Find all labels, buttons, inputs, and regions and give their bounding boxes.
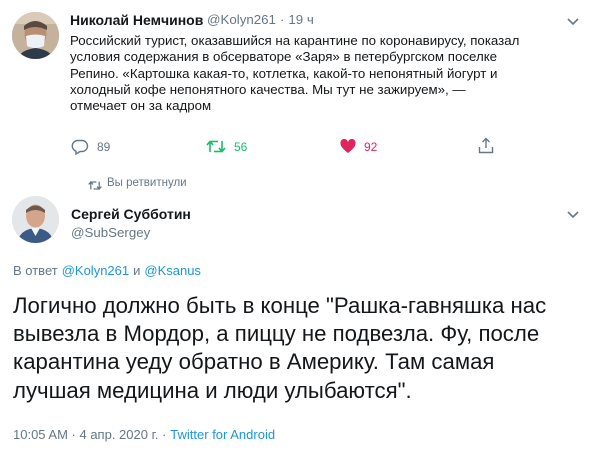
share-button[interactable] [478, 137, 494, 159]
tweet-text-line: отмечает он за кадром [70, 98, 212, 114]
source-link[interactable]: Twitter for Android [170, 427, 275, 442]
reply-icon [71, 139, 89, 155]
tweet-text-line: условия содержания в обсерваторе «Заря» … [70, 49, 498, 65]
tweet-text: Логично должно быть в конце "Рашка-гавня… [13, 292, 588, 405]
reply-count: 89 [97, 140, 111, 154]
retweet-count: 56 [234, 139, 248, 154]
avatar-nemchinov[interactable] [12, 12, 59, 59]
author-name[interactable]: Николай Немчинов [70, 12, 203, 28]
retweet-icon [206, 140, 226, 153]
reply-user-link[interactable]: @Ksanus [144, 263, 201, 278]
tweet-text-line: карантина уеду обратно в Америку. Там са… [13, 349, 495, 375]
reply-and: и [133, 263, 141, 278]
retweeted-icon [88, 178, 102, 196]
more-options-icon[interactable] [567, 13, 579, 31]
tweet-text-line: Репино. «Картошка какая-то, котлетка, ка… [70, 65, 498, 81]
tweet-text-line: холодный кофе непонятного качества. Мы т… [70, 81, 466, 97]
heart-icon [340, 139, 356, 153]
like-count: 92 [364, 139, 378, 154]
share-icon [478, 137, 494, 154]
reply-context: В ответ @Kolyn261 и @Ksanus [13, 263, 201, 278]
author-handle[interactable]: @Kolyn261 [207, 12, 276, 27]
more-options-icon[interactable] [567, 206, 579, 224]
tweet-text-line: вывезла в Мордор, а пиццу не подвезла. Ф… [13, 321, 540, 347]
tweet-text-line: лучшая медицина и люди улыбаются". [13, 377, 412, 403]
reply-user-link[interactable]: @Kolyn261 [62, 263, 129, 278]
retweet-button[interactable]: 56 [206, 139, 247, 154]
author-handle[interactable]: @SubSergey [71, 225, 150, 240]
retweeted-label: Вы ретвитнули [107, 177, 187, 189]
avatar-subbotin[interactable] [12, 196, 59, 243]
like-button[interactable]: 92 [340, 139, 377, 154]
tweet-text: Российский турист, оказавшийся на карант… [70, 33, 580, 114]
tweet-time[interactable]: 19 ч [288, 12, 313, 27]
tweet-timestamp[interactable]: 10:05 AM · 4 апр. 2020 г. · [13, 427, 166, 442]
reply-button[interactable]: 89 [71, 139, 110, 155]
separator-dot: · [279, 12, 285, 27]
tweet-text-line: Российский турист, оказавшийся на карант… [70, 33, 520, 48]
author-name[interactable]: Сергей Субботин [71, 206, 191, 222]
tweet-text-line: Логично должно быть в конце "Рашка-гавня… [13, 293, 547, 318]
reply-prefix: В ответ [13, 263, 58, 278]
